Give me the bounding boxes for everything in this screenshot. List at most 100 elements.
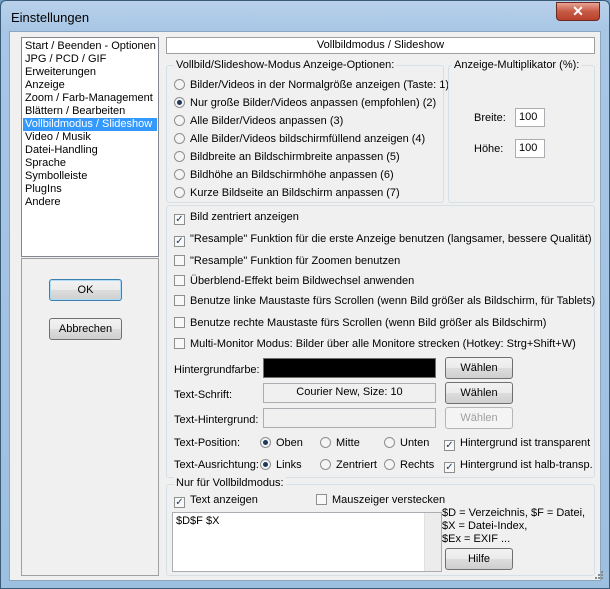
multiplier-group — [448, 65, 595, 203]
radio-label: Oben — [276, 437, 303, 449]
nav-item[interactable]: Start / Beenden - Optionen — [23, 40, 157, 53]
nav-item[interactable]: Symbolleiste — [23, 170, 157, 183]
text-template-input[interactable]: $D$F $X — [172, 512, 442, 572]
checkbox-label: Bild zentriert anzeigen — [190, 211, 299, 223]
checkbox-box[interactable] — [174, 295, 185, 306]
choose-text-background-button[interactable]: Wählen — [445, 407, 513, 429]
checkbox-box[interactable]: ✓ — [174, 236, 185, 247]
close-button[interactable]: ✕ — [556, 2, 600, 21]
radio-circle[interactable] — [174, 79, 185, 90]
display-mode-radio[interactable]: Bildbreite an Bildschirmbreite anpassen … — [174, 151, 400, 164]
vertical-scrollbar[interactable] — [424, 513, 441, 571]
radio-circle[interactable] — [174, 115, 185, 126]
option-checkbox[interactable]: "Resample" Funktion für Zoomen benutzen — [174, 255, 400, 268]
nav-item[interactable]: Datei-Handling — [23, 144, 157, 157]
width-input[interactable]: 100 — [515, 108, 545, 127]
help-button[interactable]: Hilfe — [445, 548, 513, 570]
radio-circle[interactable] — [384, 437, 395, 448]
checkbox-box[interactable]: ✓ — [174, 214, 185, 225]
display-mode-radio[interactable]: Nur große Bilder/Videos anpassen (empfoh… — [174, 97, 436, 110]
checkbox-label: Überblend-Effekt beim Bildwechsel anwend… — [190, 275, 415, 287]
text-position-radio[interactable]: Oben — [260, 437, 303, 450]
radio-circle[interactable] — [174, 97, 185, 108]
radio-circle[interactable] — [174, 169, 185, 180]
bg-transparent-checkbox[interactable]: ✓ Hintergrund ist transparent — [444, 437, 590, 451]
radio-circle[interactable] — [260, 437, 271, 448]
option-checkbox[interactable]: ✓ "Resample" Funktion für die erste Anzei… — [174, 233, 592, 247]
radio-circle[interactable] — [320, 459, 331, 470]
radio-label: Bildhöhe an Bildschirmhöhe anpassen (6) — [190, 169, 394, 181]
nav-item[interactable]: Andere — [23, 196, 157, 209]
checkbox-box[interactable]: ✓ — [444, 462, 455, 473]
bg-transparent-label: Hintergrund ist transparent — [460, 437, 591, 449]
ok-button[interactable]: OK — [49, 279, 122, 301]
resize-grip-icon[interactable] — [593, 569, 603, 579]
nav-item[interactable]: JPG / PCD / GIF — [23, 53, 157, 66]
radio-circle[interactable] — [174, 133, 185, 144]
checkbox-box[interactable]: ✓ — [174, 497, 185, 508]
checkbox-label: "Resample" Funktion für Zoomen benutzen — [190, 255, 401, 267]
choose-background-color-button[interactable]: Wählen — [445, 357, 513, 379]
radio-label: Alle Bilder/Videos bildschirmfüllend anz… — [190, 133, 426, 145]
checkbox-box[interactable] — [316, 494, 327, 505]
text-alignment-radio[interactable]: Links — [260, 459, 302, 472]
choose-font-button[interactable]: Wählen — [445, 382, 513, 404]
radio-label: Unten — [400, 437, 430, 449]
text-background-swatch — [263, 408, 436, 428]
checkbox-box[interactable] — [174, 275, 185, 286]
checkbox-label: Benutze rechte Maustaste fürs Scrollen (… — [190, 317, 547, 329]
hide-cursor-checkbox[interactable]: Mauszeiger verstecken — [316, 494, 445, 507]
option-checkbox[interactable]: Benutze linke Maustaste fürs Scrollen (w… — [174, 295, 595, 308]
text-alignment-radio[interactable]: Zentriert — [320, 459, 377, 472]
radio-label: Bilder/Videos in der Normalgröße anzeige… — [190, 79, 450, 91]
radio-circle[interactable] — [260, 459, 271, 470]
nav-item[interactable]: Sprache — [23, 157, 157, 170]
nav-item[interactable]: Video / Musik — [23, 131, 157, 144]
checkbox-box[interactable] — [174, 338, 185, 349]
checkbox-label: Benutze linke Maustaste fürs Scrollen (w… — [190, 295, 596, 307]
radio-circle[interactable] — [384, 459, 395, 470]
text-alignment-radio[interactable]: Rechts — [384, 459, 434, 472]
radio-label: Bildbreite an Bildschirmbreite anpassen … — [190, 151, 400, 163]
checkbox-box[interactable]: ✓ — [444, 440, 455, 451]
token-help-line: $D = Verzeichnis, $F = Datei, — [442, 507, 586, 519]
token-help-line: $X = Datei-Index, — [442, 520, 528, 532]
display-mode-radio[interactable]: Kurze Bildseite an Bildschirm anpassen (… — [174, 187, 400, 200]
radio-circle[interactable] — [174, 151, 185, 162]
checkbox-box[interactable] — [174, 317, 185, 328]
height-input[interactable]: 100 — [515, 139, 545, 158]
display-mode-radio[interactable]: Bilder/Videos in der Normalgröße anzeige… — [174, 79, 449, 92]
checkbox-box[interactable] — [174, 255, 185, 266]
nav-item[interactable]: Vollbildmodus / Slideshow — [23, 118, 157, 131]
show-text-checkbox[interactable]: ✓ Text anzeigen — [174, 494, 258, 508]
nav-item[interactable]: PlugIns — [23, 183, 157, 196]
nav-item[interactable]: Zoom / Farb-Management — [23, 92, 157, 105]
text-font-display: Courier New, Size: 10 — [263, 383, 436, 403]
multiplier-label: Anzeige-Multiplikator (%): — [452, 59, 582, 71]
option-checkbox[interactable]: Multi-Monitor Modus: Bilder über alle Mo… — [174, 338, 576, 351]
display-mode-radio[interactable]: Alle Bilder/Videos anpassen (3) — [174, 115, 343, 128]
option-checkbox[interactable]: Überblend-Effekt beim Bildwechsel anwend… — [174, 275, 414, 288]
bg-semi-transparent-checkbox[interactable]: ✓ Hintergrund ist halb-transp. — [444, 459, 593, 473]
nav-item[interactable]: Erweiterungen — [23, 66, 157, 79]
radio-circle[interactable] — [174, 187, 185, 198]
display-mode-radio[interactable]: Alle Bilder/Videos bildschirmfüllend anz… — [174, 133, 425, 146]
text-template-value: $D$F $X — [176, 515, 220, 527]
category-list[interactable]: Start / Beenden - Optionen JPG / PCD / GI… — [21, 37, 159, 257]
background-color-swatch — [263, 358, 436, 378]
display-mode-radio[interactable]: Bildhöhe an Bildschirmhöhe anpassen (6) — [174, 169, 394, 182]
title-bar[interactable]: Einstellungen ✕ — [1, 1, 609, 33]
hide-cursor-label: Mauszeiger verstecken — [332, 494, 446, 506]
bg-semi-label: Hintergrund ist halb-transp. — [460, 459, 593, 471]
width-label: Breite: — [474, 112, 506, 124]
option-checkbox[interactable]: ✓ Bild zentriert anzeigen — [174, 211, 299, 225]
cancel-button[interactable]: Abbrechen — [49, 318, 122, 340]
height-label: Höhe: — [474, 143, 504, 155]
nav-item[interactable]: Blättern / Bearbeiten — [23, 105, 157, 118]
radio-circle[interactable] — [320, 437, 331, 448]
text-position-radio[interactable]: Unten — [384, 437, 429, 450]
fullscreen-only-label: Nur für Vollbildmodus: — [174, 477, 286, 489]
nav-item[interactable]: Anzeige — [23, 79, 157, 92]
text-position-radio[interactable]: Mitte — [320, 437, 360, 450]
option-checkbox[interactable]: Benutze rechte Maustaste fürs Scrollen (… — [174, 317, 546, 330]
